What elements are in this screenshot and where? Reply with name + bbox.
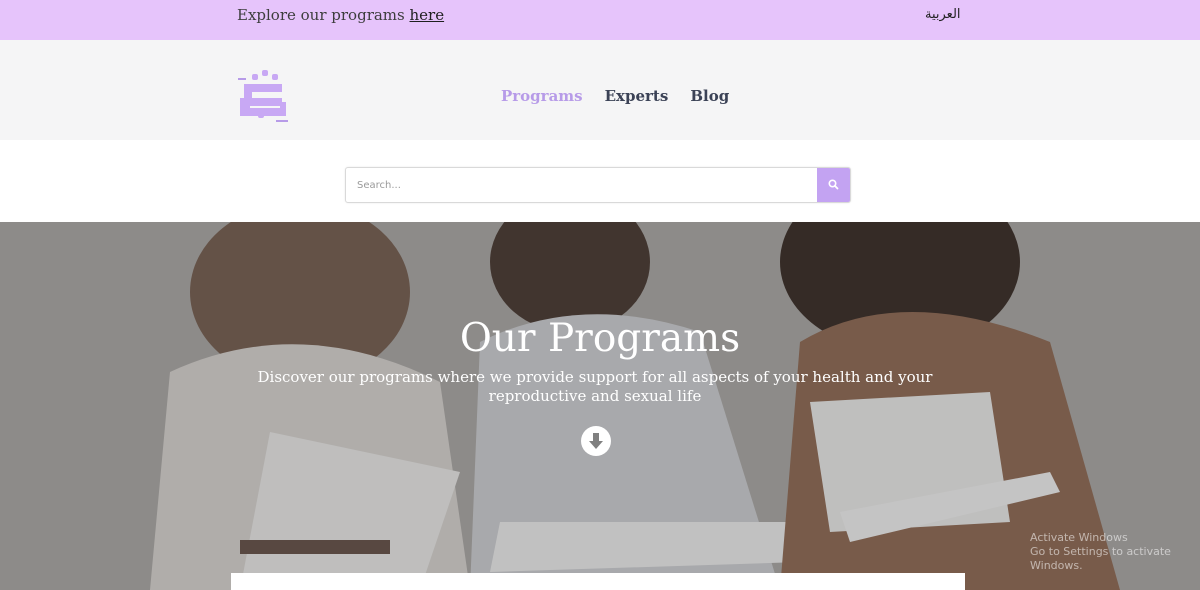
programs-here-link[interactable]: here (410, 6, 445, 24)
hero-banner: Our Programs Discover our programs where… (0, 222, 1200, 590)
search-button[interactable] (817, 168, 850, 202)
watermark-line-1: Activate Windows (1030, 531, 1128, 544)
metle-logo[interactable] (236, 68, 290, 124)
content-card (231, 573, 965, 590)
main-nav: Programs Experts Blog (501, 87, 729, 105)
search-section (0, 140, 1200, 222)
scroll-down-button[interactable] (581, 426, 611, 456)
nav-item-programs[interactable]: Programs (501, 87, 583, 105)
site-header: Programs Experts Blog (0, 40, 1200, 140)
search-icon (828, 179, 839, 190)
announcement-text: Explore our programs here (237, 6, 444, 24)
windows-activation-watermark: Activate Windows Go to Settings to activ… (1030, 531, 1200, 573)
nav-item-experts[interactable]: Experts (605, 87, 669, 105)
language-switch-link[interactable]: العربية (925, 7, 961, 22)
arrow-down-circle-icon (589, 433, 603, 449)
watermark-line-2: Go to Settings to activate Windows. (1030, 545, 1171, 572)
hero-title: Our Programs (459, 316, 741, 361)
nav-item-blog[interactable]: Blog (690, 87, 729, 105)
search-input[interactable] (346, 168, 817, 202)
hero-subtitle: Discover our programs where we provide s… (257, 368, 933, 405)
hero-background-image (0, 222, 1200, 590)
announcement-label: Explore our programs (237, 6, 410, 24)
announcement-bar: Explore our programs here العربية (0, 0, 1200, 40)
search-bar (345, 167, 851, 203)
